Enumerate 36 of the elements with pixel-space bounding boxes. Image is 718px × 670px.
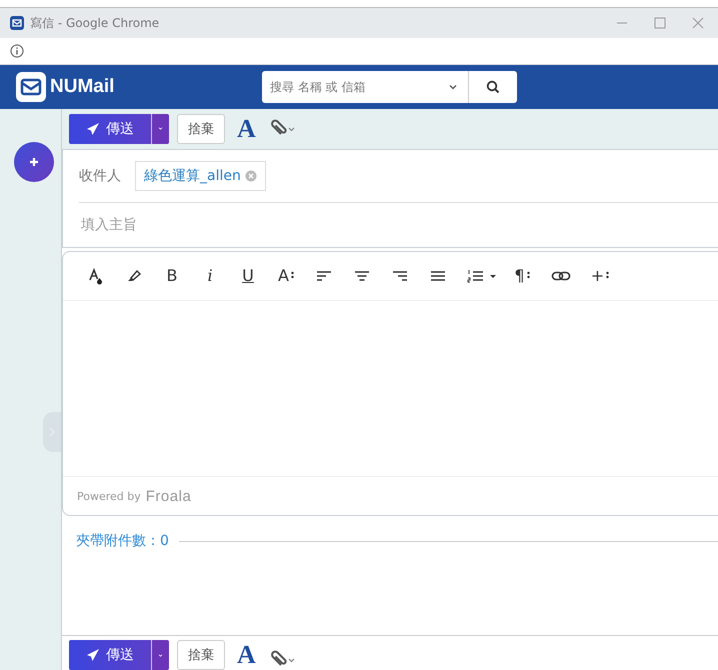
envelope-logo-icon: [16, 72, 46, 102]
plus-icon: [29, 157, 39, 167]
powered-by-text: Powered by: [77, 490, 141, 503]
discard-button[interactable]: 捨棄: [177, 114, 225, 144]
insert-more-button[interactable]: +: [581, 260, 619, 291]
send-button[interactable]: 傳送: [69, 114, 151, 144]
font-size-button[interactable]: A: [267, 260, 305, 291]
compose-button[interactable]: [14, 142, 54, 182]
format-button[interactable]: U: [229, 260, 267, 291]
dots-icon: [290, 270, 294, 281]
search-button[interactable]: [469, 71, 517, 103]
send-options-button[interactable]: [151, 640, 169, 670]
paper-plane-icon: [86, 648, 100, 662]
paragraph-format-button[interactable]: ¶: [503, 260, 541, 291]
recipient-label: 收件人: [79, 166, 121, 185]
mail-icon: [10, 16, 24, 30]
dots-icon: [526, 270, 530, 281]
info-icon[interactable]: [10, 44, 24, 58]
text-color-icon[interactable]: [87, 266, 105, 285]
format-button[interactable]: B: [153, 260, 191, 291]
window-title: 寫信 - Google Chrome: [30, 14, 160, 32]
paper-plane-icon: [86, 122, 100, 136]
format-button[interactable]: i: [191, 260, 229, 291]
font-format-button[interactable]: A: [233, 114, 260, 144]
dots-icon: [606, 270, 610, 281]
chevron-down-icon[interactable]: [448, 82, 458, 92]
app-logo: NUMail: [50, 76, 114, 98]
send-button[interactable]: 傳送: [69, 640, 151, 670]
attachment-count: 夾帶附件數：0: [76, 532, 169, 550]
search-box[interactable]: 搜尋 名稱 或 信箱: [262, 71, 469, 103]
search-icon: [486, 80, 500, 94]
discard-button[interactable]: 捨棄: [177, 640, 225, 670]
send-options-button[interactable]: [151, 114, 169, 144]
sidebar-toggle[interactable]: [43, 412, 61, 452]
font-format-button[interactable]: A: [233, 640, 260, 670]
recipient-chip[interactable]: 綠色運算_allen: [135, 160, 266, 191]
